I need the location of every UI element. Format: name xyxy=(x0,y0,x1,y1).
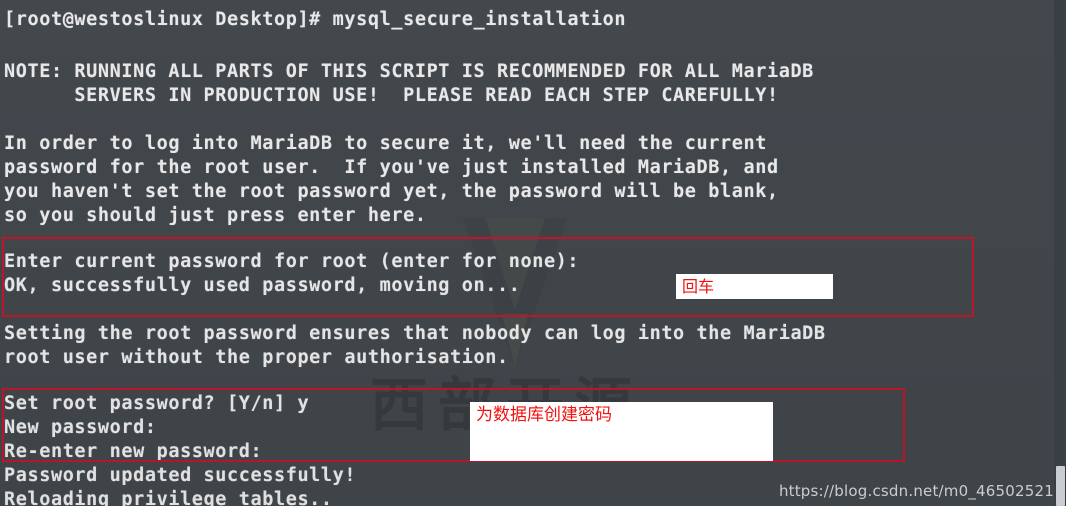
terminal-line-intro-4: so you should just press enter here. xyxy=(4,205,427,226)
terminal-line-intro-1: In order to log into MariaDB to secure i… xyxy=(4,133,767,154)
scrollbar-thumb[interactable] xyxy=(1056,466,1065,506)
terminal-line-setting-1: Setting the root password ensures that n… xyxy=(4,323,826,344)
annotation-callout-enter-key: 回车 xyxy=(676,274,833,299)
terminal-line-note-1: NOTE: RUNNING ALL PARTS OF THIS SCRIPT I… xyxy=(4,61,814,82)
terminal-line-intro-2: password for the root user. If you've ju… xyxy=(4,157,779,178)
terminal-line-reloading: Reloading privilege tables.. xyxy=(4,489,333,506)
annotation-callout-create-password-text: 为数据库创建密码 xyxy=(476,405,612,425)
terminal-line-note-2: SERVERS IN PRODUCTION USE! PLEASE READ E… xyxy=(4,85,779,106)
scrollbar-track[interactable] xyxy=(1054,0,1066,506)
blog-url-watermark: https://blog.csdn.net/m0_46502521 xyxy=(778,482,1054,500)
terminal-line-password-updated: Password updated successfully! xyxy=(4,465,357,486)
terminal-line-setting-2: root user without the proper authorisati… xyxy=(4,347,509,368)
annotation-callout-create-password: 为数据库创建密码 xyxy=(470,402,773,461)
terminal-window: 西部开源 [root@westoslinux Desktop]# mysql_s… xyxy=(0,0,1066,506)
terminal-line-intro-3: you haven't set the root password yet, t… xyxy=(4,181,779,202)
terminal-line-prompt-command: [root@westoslinux Desktop]# mysql_secure… xyxy=(4,9,627,30)
annotation-callout-enter-key-text: 回车 xyxy=(682,277,715,296)
